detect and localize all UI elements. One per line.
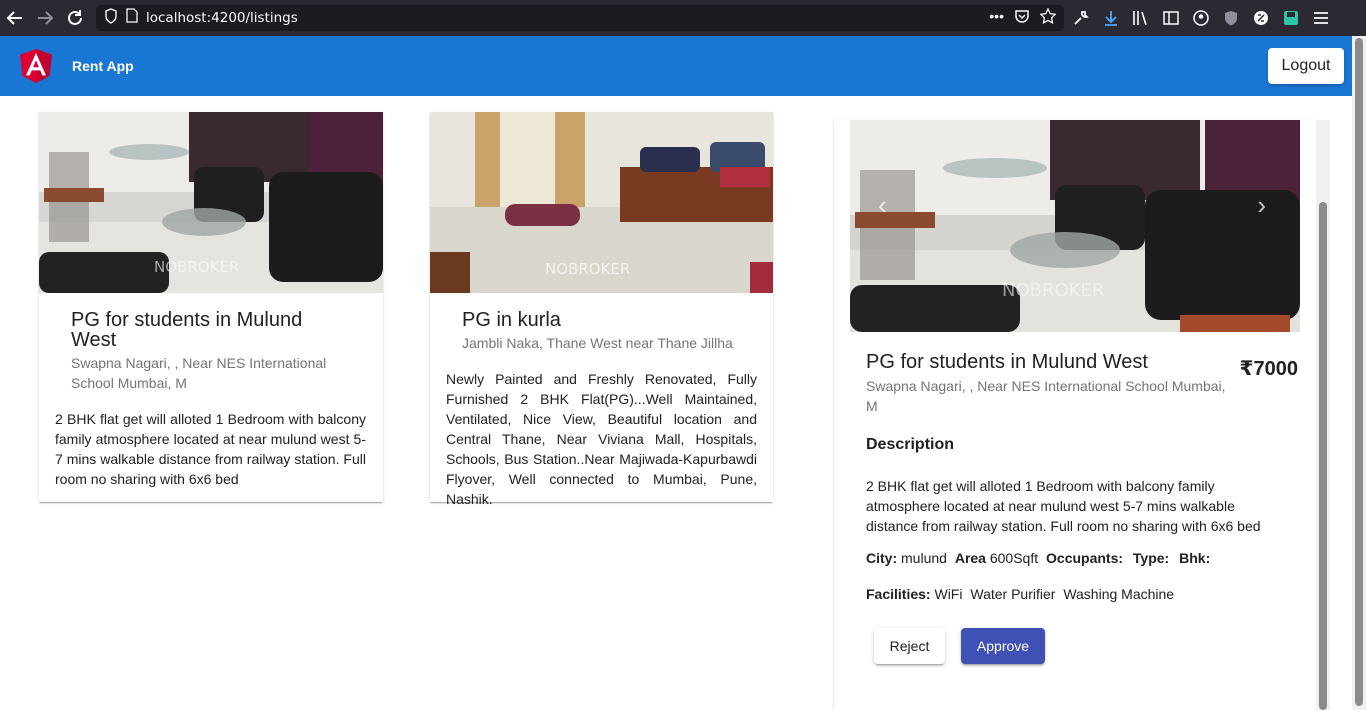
listing-card[interactable]: NOBROKER PG for students in Mulund West … — [39, 112, 383, 502]
page-icon — [126, 8, 138, 28]
facility-item: Washing Machine — [1063, 586, 1175, 602]
area-label: Area — [954, 550, 986, 566]
city-label: City: — [866, 550, 898, 566]
bhk-label: Bhk: — [1179, 550, 1211, 566]
carousel-next-icon[interactable]: › — [1257, 190, 1266, 221]
detail-scrollbar[interactable] — [1316, 120, 1330, 710]
sidebar-icon[interactable] — [1158, 3, 1184, 33]
page-scrollbar[interactable] — [1352, 36, 1366, 710]
svg-text:NOBROKER: NOBROKER — [154, 258, 239, 276]
library-icon[interactable] — [1128, 3, 1154, 33]
area-value: 600Sqft — [989, 550, 1039, 566]
type-label: Type: — [1132, 550, 1170, 566]
save-extension-icon[interactable] — [1278, 3, 1304, 33]
listing-title[interactable]: PG for students in Mulund West — [71, 310, 351, 350]
logout-button[interactable]: Logout — [1268, 48, 1344, 84]
extension-icon[interactable] — [1248, 3, 1274, 33]
svg-text:NOBROKER: NOBROKER — [545, 260, 630, 278]
facilities-label: Facilities: — [866, 586, 931, 602]
facility-item: WiFi — [934, 586, 963, 602]
listing-description: Newly Painted and Freshly Renovated, Ful… — [446, 371, 757, 507]
occupants-label: Occupants: — [1046, 550, 1124, 566]
reload-icon[interactable] — [60, 3, 90, 33]
svg-text:NOBROKER: NOBROKER — [1002, 280, 1104, 301]
account-icon[interactable] — [1188, 3, 1214, 33]
description-heading: Description — [866, 436, 955, 453]
url-text[interactable]: localhost:4200/listings — [146, 10, 298, 26]
reject-button[interactable]: Reject — [874, 628, 945, 664]
menu-icon[interactable] — [1308, 3, 1334, 33]
listing-detail-panel: NOBROKER ‹ › PG for students in Mulund W… — [834, 120, 1316, 710]
app-header: Rent App Logout — [0, 36, 1352, 96]
page-actions-icon[interactable]: ••• — [989, 8, 1004, 27]
app-title[interactable]: Rent App — [72, 58, 134, 74]
listing-title[interactable]: PG in kurla — [462, 310, 742, 330]
image-carousel[interactable]: NOBROKER ‹ › — [850, 120, 1300, 332]
listing-card[interactable]: NOBROKER PG in kurla Jambli Naka, Thane … — [430, 112, 773, 507]
detail-description: 2 BHK flat get will alloted 1 Bedroom wi… — [866, 478, 1261, 534]
listing-image: NOBROKER — [430, 112, 773, 293]
url-bar[interactable]: localhost:4200/listings ••• — [96, 5, 1064, 31]
city-value: mulund — [901, 550, 947, 566]
ublock-icon[interactable] — [1218, 3, 1244, 33]
price-label: ₹7000 — [1239, 358, 1298, 380]
listing-address: Swapna Nagari, , Near NES International … — [71, 355, 327, 391]
facilities-row: Facilities: WiFi Water Purifier Washing … — [866, 584, 1174, 604]
pocket-icon[interactable] — [1014, 8, 1030, 27]
forward-icon[interactable] — [30, 3, 60, 33]
detail-address: Swapna Nagari, , Near NES International … — [866, 378, 1226, 414]
carousel-prev-icon[interactable]: ‹ — [878, 190, 887, 221]
back-icon[interactable] — [0, 3, 30, 33]
bookmark-star-icon[interactable] — [1039, 7, 1057, 27]
browser-toolbar: localhost:4200/listings ••• — [0, 0, 1366, 36]
angular-logo-icon — [20, 49, 52, 83]
approve-button[interactable]: Approve — [961, 628, 1045, 664]
listing-image: NOBROKER — [39, 112, 383, 293]
listing-address: Jambli Naka, Thane West near Thane Jillh… — [462, 335, 733, 351]
download-icon[interactable] — [1098, 3, 1124, 33]
detail-title: PG for students in Mulund West — [866, 351, 1148, 373]
wrench-icon[interactable] — [1068, 3, 1094, 33]
shield-icon[interactable] — [104, 7, 118, 29]
listing-description: 2 BHK flat get will alloted 1 Bedroom wi… — [55, 411, 366, 487]
property-attributes: City: mulund Area 600Sqft Occupants: Typ… — [866, 548, 1210, 568]
facility-item: Water Purifier — [970, 586, 1056, 602]
